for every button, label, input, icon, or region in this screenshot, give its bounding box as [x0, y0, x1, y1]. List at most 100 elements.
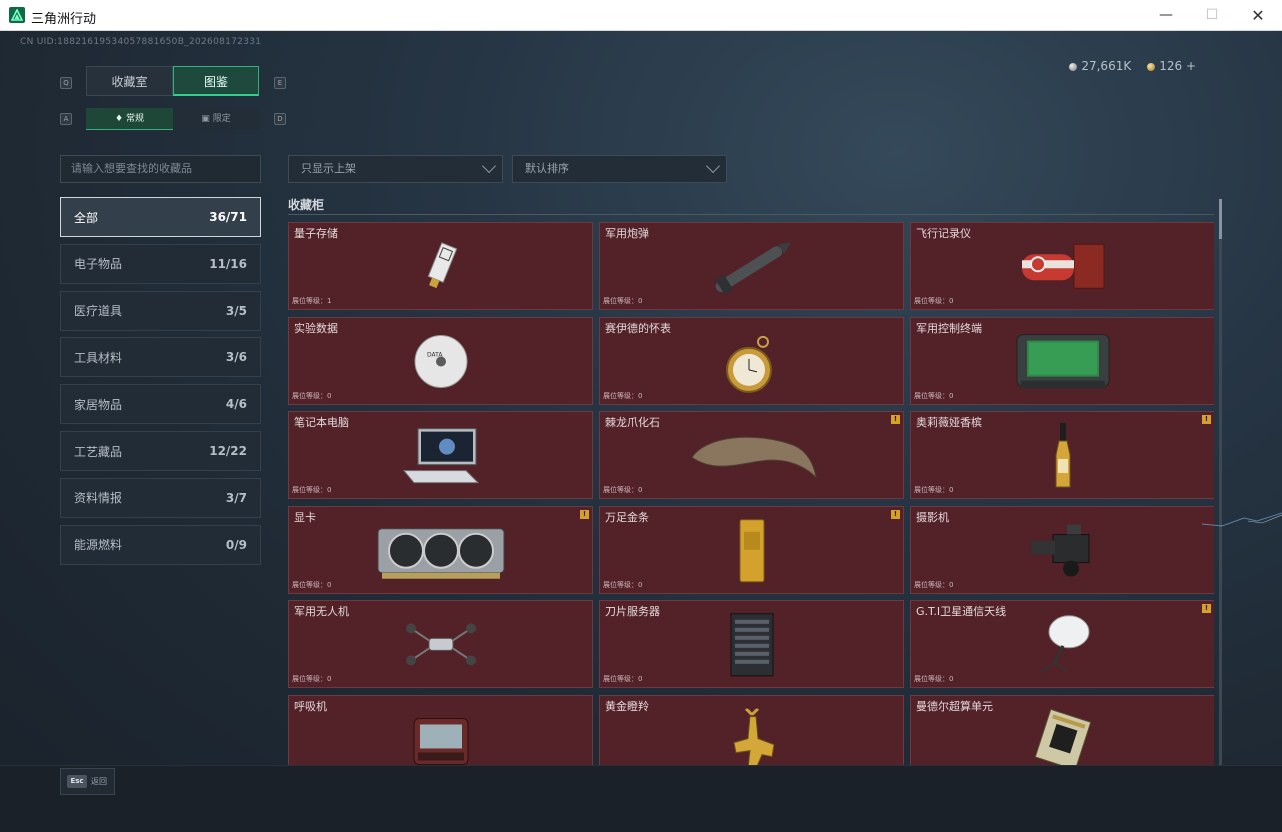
chevron-down-icon — [705, 158, 721, 174]
category-item[interactable]: 家居物品 4/6 — [60, 384, 261, 425]
collection-card[interactable]: 显卡 展位等级：0! — [288, 505, 593, 594]
item-display-level: 展位等级：1 — [292, 297, 332, 305]
category-label: 电子物品 — [74, 257, 123, 272]
key-hint-e: E — [274, 77, 286, 89]
gold-currency[interactable]: 126 + — [1147, 59, 1196, 73]
collection-card[interactable]: 奥莉薇娅香槟 展位等级：0! — [910, 411, 1214, 500]
esc-key-hint: Esc — [67, 775, 87, 788]
item-name: 飞行记录仪 — [916, 227, 971, 240]
tab-codex[interactable]: 图鉴 — [173, 66, 259, 96]
category-count: 3/7 — [225, 490, 247, 505]
item-image — [400, 425, 482, 491]
sort-order-dropdown[interactable]: 默认排序 — [512, 155, 727, 183]
item-name: 笔记本电脑 — [294, 416, 349, 430]
item-image — [722, 707, 782, 765]
collection-card[interactable]: 军用无人机展位等级：0 — [288, 600, 593, 689]
item-image — [1034, 708, 1092, 765]
collection-card[interactable]: 棘龙爪化石 展位等级：0! — [599, 411, 904, 500]
collection-card[interactable]: 量子存储 展位等级：1 — [288, 222, 593, 310]
item-name: 刀片服务器 — [605, 605, 660, 619]
grid-scrollbar[interactable] — [1219, 199, 1222, 765]
category-label: 家居物品 — [74, 397, 123, 412]
add-currency-icon[interactable]: + — [1186, 59, 1196, 73]
category-count: 4/6 — [225, 397, 247, 412]
collection-card[interactable]: 飞行记录仪 展位等级：0 — [910, 222, 1214, 310]
game-viewport: CN UID:18821619534057881650B_20260817233… — [0, 31, 1282, 832]
category-item[interactable]: 工艺藏品 12/22 — [60, 431, 261, 471]
collection-card[interactable]: 实验数据 DATA 展位等级：0 — [288, 316, 593, 405]
item-image — [424, 240, 458, 296]
svg-text:DATA: DATA — [427, 351, 443, 358]
item-name: 曼德尔超算单元 — [916, 700, 993, 713]
key-hint-q: Q — [60, 77, 72, 89]
key-hint-d: D — [274, 113, 286, 125]
maximize-button[interactable]: ☐ — [1189, 0, 1235, 31]
item-display-level: 展位等级：0 — [603, 580, 643, 589]
category-label: 工具材料 — [74, 350, 123, 365]
filter-listed-only-dropdown[interactable]: 只显示上架 — [288, 155, 503, 183]
item-name: 奥莉薇娅香槟 — [916, 416, 982, 430]
item-display-level: 展位等级：0 — [914, 391, 954, 400]
category-item[interactable]: 工具材料 3/6 — [60, 337, 261, 378]
category-item[interactable]: 资料情报 3/7 — [60, 477, 261, 518]
subtab-regular[interactable]: ♦ 常规 — [86, 108, 173, 130]
item-alert-badge: ! — [580, 509, 589, 519]
search-input[interactable]: 请输入想要查找的收藏品 — [60, 155, 261, 183]
item-alert-badge: ! — [1202, 604, 1211, 614]
category-count: 12/22 — [209, 444, 247, 458]
window-title: 三角洲行动 — [31, 12, 97, 27]
item-image — [1027, 520, 1099, 584]
collection-card[interactable]: 赛伊德的怀表 展位等级：0 — [599, 316, 904, 405]
item-display-level: 展位等级：0 — [292, 675, 332, 684]
item-display-level: 展位等级：0 — [603, 391, 643, 400]
back-button[interactable]: Esc 返回 — [60, 768, 115, 795]
category-item[interactable]: 全部 36/71 — [60, 197, 261, 237]
item-name: 棘龙爪化石 — [605, 416, 660, 430]
item-image: DATA — [412, 332, 470, 394]
collection-card[interactable]: 刀片服务器 展位等级：0 — [599, 600, 904, 689]
item-name: 军用无人机 — [294, 605, 349, 619]
bottom-bar — [0, 765, 1282, 832]
item-display-level: 展位等级：0 — [603, 297, 643, 305]
category-item[interactable]: 电子物品 11/16 — [60, 243, 261, 284]
item-image — [727, 612, 777, 682]
minimize-button[interactable]: — — [1143, 0, 1189, 31]
collection-card[interactable]: 万足金条展位等级：0! — [599, 505, 904, 594]
item-image — [1013, 330, 1113, 396]
grid-scrollbar-thumb[interactable] — [1219, 199, 1222, 239]
gold-coin-icon — [1147, 62, 1156, 71]
category-count: 11/16 — [209, 256, 247, 271]
category-label: 能源燃料 — [74, 538, 123, 553]
close-button[interactable]: ✕ — [1235, 0, 1281, 31]
silver-coin-icon — [1069, 62, 1078, 71]
subtab-limited[interactable]: ▣ 限定 — [173, 108, 259, 130]
item-alert-badge: ! — [891, 509, 900, 519]
collection-card[interactable]: 笔记本电脑展位等级：0 — [288, 411, 593, 500]
player-uid: CN UID:18821619534057881650B_20260817233… — [20, 37, 262, 47]
collection-card[interactable]: 军用控制终端展位等级：0 — [910, 316, 1214, 405]
item-display-level: 展位等级：0 — [292, 486, 332, 495]
item-image — [1016, 240, 1110, 296]
category-label: 工艺藏品 — [74, 444, 123, 459]
item-image — [1033, 612, 1093, 682]
collection-card[interactable]: 曼德尔超算单元 — [910, 695, 1214, 765]
section-title: 收藏柜 — [288, 198, 325, 212]
item-image — [736, 518, 768, 588]
category-count: 3/5 — [225, 303, 247, 318]
item-alert-badge: ! — [891, 415, 900, 425]
collection-card[interactable]: 军用炮弹 展位等级：0 — [599, 222, 904, 310]
collection-card[interactable]: 黄金瞪羚 — [599, 695, 904, 765]
app-logo-icon — [9, 7, 25, 23]
category-item[interactable]: 医疗道具 3/5 — [60, 290, 261, 331]
category-item[interactable]: 能源燃料 0/9 — [60, 524, 261, 565]
collection-card[interactable]: 呼吸机 — [288, 695, 593, 765]
currency-bar: 27,661K 126 + — [1069, 59, 1196, 73]
collection-card[interactable]: G.T.I卫星通信天线 展位等级：0! — [910, 600, 1214, 689]
regular-icon: ♦ — [115, 114, 124, 124]
tab-collection-room[interactable]: 收藏室 — [86, 66, 173, 96]
item-name: 万足金条 — [605, 510, 649, 524]
item-image — [704, 236, 800, 302]
item-image — [723, 327, 781, 399]
category-count: 36/71 — [209, 210, 247, 224]
item-name: 军用控制终端 — [916, 321, 982, 335]
